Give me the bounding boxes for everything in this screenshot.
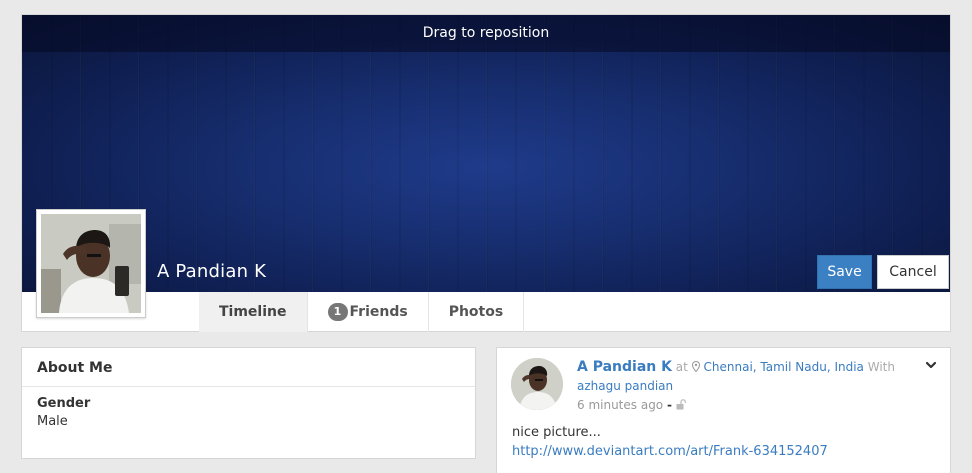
cancel-button[interactable]: Cancel [877, 255, 949, 289]
gender-label: Gender [37, 396, 91, 411]
post-time-separator: - [666, 398, 672, 412]
chevron-down-icon[interactable] [924, 358, 938, 372]
post-author-link[interactable]: A Pandian K [577, 359, 672, 375]
profile-name: A Pandian K [157, 261, 267, 282]
about-me-title: About Me [37, 360, 113, 376]
post-author-avatar[interactable] [511, 358, 563, 410]
post-url-link[interactable]: http://www.deviantart.com/art/Frank-6341… [512, 444, 828, 459]
timeline-post: A Pandian K at Chennai, Tamil Nadu, Indi… [496, 347, 951, 473]
tab-friends[interactable]: 1 Friends [308, 292, 429, 332]
profile-tabs: Timeline 1 Friends Photos [199, 292, 525, 332]
unlock-icon [676, 399, 686, 410]
map-marker-icon [691, 360, 700, 373]
post-location-link[interactable]: Chennai, Tamil Nadu, India [704, 360, 864, 374]
profile-avatar[interactable] [36, 209, 146, 318]
about-me-card: About Me Gender Male [21, 347, 476, 459]
tab-photos[interactable]: Photos [429, 292, 525, 332]
tab-timeline-label: Timeline [219, 304, 287, 320]
save-button[interactable]: Save [817, 255, 872, 289]
profile-header-card: Drag to reposition A Pandian K Save Canc… [21, 14, 951, 332]
profile-photo [41, 214, 141, 313]
person-photo-illustration [511, 358, 563, 410]
post-with-text: With [867, 360, 895, 374]
person-photo-illustration [41, 214, 141, 313]
post-header: A Pandian K at Chennai, Tamil Nadu, Indi… [577, 358, 917, 415]
tab-friends-label: Friends [349, 304, 408, 320]
about-divider [22, 386, 475, 387]
friends-count-badge: 1 [327, 303, 348, 321]
tab-photos-label: Photos [448, 304, 504, 320]
post-at-text: at [675, 360, 688, 374]
tagged-user-link[interactable]: azhagu pandian [577, 379, 673, 393]
cover-photo[interactable]: Drag to reposition A Pandian K Save Canc… [22, 15, 950, 292]
tab-timeline[interactable]: Timeline [199, 292, 308, 332]
drag-to-reposition-hint: Drag to reposition [22, 15, 950, 52]
post-text: nice picture... [512, 425, 601, 440]
gender-value: Male [37, 414, 68, 429]
post-timestamp[interactable]: 6 minutes ago [577, 398, 663, 412]
